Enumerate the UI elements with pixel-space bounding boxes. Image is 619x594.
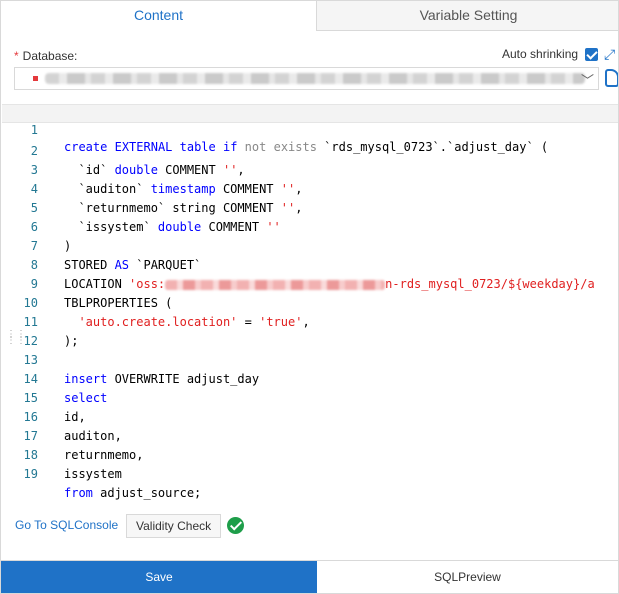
code-text: from adjust_source; [64, 486, 202, 500]
code-line: 16 auditon, [2, 389, 618, 443]
check-circle-icon [227, 517, 244, 534]
sql-preview-button[interactable]: SQLPreview [317, 561, 618, 593]
code-line: 2 `id` double COMMENT '', [2, 123, 618, 177]
code-line: 13 insert OVERWRITE adjust_day [2, 332, 618, 386]
code-line: 9 TBLPROPERTIES ( [2, 256, 618, 310]
code-line: 11 ); [2, 294, 618, 348]
sql-node-editor-panel: Content Variable Setting * Database: Auto… [0, 0, 619, 594]
database-select[interactable]: ﹀ [14, 67, 599, 90]
code-text: issystem [64, 467, 122, 481]
fullscreen-icon[interactable]: ⤢ [604, 46, 618, 62]
tab-content[interactable]: Content [1, 1, 316, 31]
code-line: 12 [2, 313, 618, 348]
code-line: 15 id, [2, 370, 618, 424]
code-line: 7 STORED AS `PARQUET` [2, 218, 618, 272]
sql-code-editor[interactable]: 1 create EXTERNAL table if not exists `r… [2, 102, 618, 502]
copy-icon[interactable] [605, 69, 618, 87]
database-label-text: Database: [22, 49, 78, 63]
tab-variable-setting[interactable]: Variable Setting [316, 1, 618, 31]
code-line: 5 `issystem` double COMMENT '' [2, 180, 618, 234]
auto-shrinking-toggle[interactable]: Auto shrinking [502, 47, 599, 61]
auto-shrinking-checkbox[interactable] [585, 47, 599, 61]
code-line: 14 select [2, 351, 618, 405]
validity-check-button[interactable]: Validity Check [126, 514, 222, 538]
code-line: 18 issystem [2, 427, 618, 481]
code-line: 10 'auto.create.location' = 'true', [2, 275, 618, 329]
code-line: 6 ) [2, 199, 618, 253]
goto-sqlconsole-link[interactable]: Go To SQLConsole [15, 518, 118, 532]
code-line: 1 create EXTERNAL table if not exists `r… [2, 104, 618, 154]
line-number: 19 [23, 467, 38, 481]
redacted-database-name [45, 73, 585, 84]
footer-bar: Save SQLPreview [1, 560, 618, 593]
code-line: 8 LOCATION 'oss: n-rds_mysql_0723/${weekd… [2, 237, 618, 291]
chevron-down-icon[interactable]: ﹀ [581, 70, 594, 89]
required-mark: * [14, 49, 19, 63]
code-line: 3 `auditon` timestamp COMMENT '', [2, 142, 618, 196]
auto-shrinking-label: Auto shrinking [502, 47, 579, 61]
tab-bar: Content Variable Setting [1, 1, 618, 31]
save-button[interactable]: Save [1, 561, 317, 593]
datasource-status-icon [33, 76, 38, 81]
code-line: 4 `returnmemo` string COMMENT '', [2, 161, 618, 215]
database-label: * Database: [14, 49, 77, 63]
code-line: 17 returnmemo, [2, 408, 618, 462]
code-line: 19 from adjust_source; [2, 446, 618, 500]
